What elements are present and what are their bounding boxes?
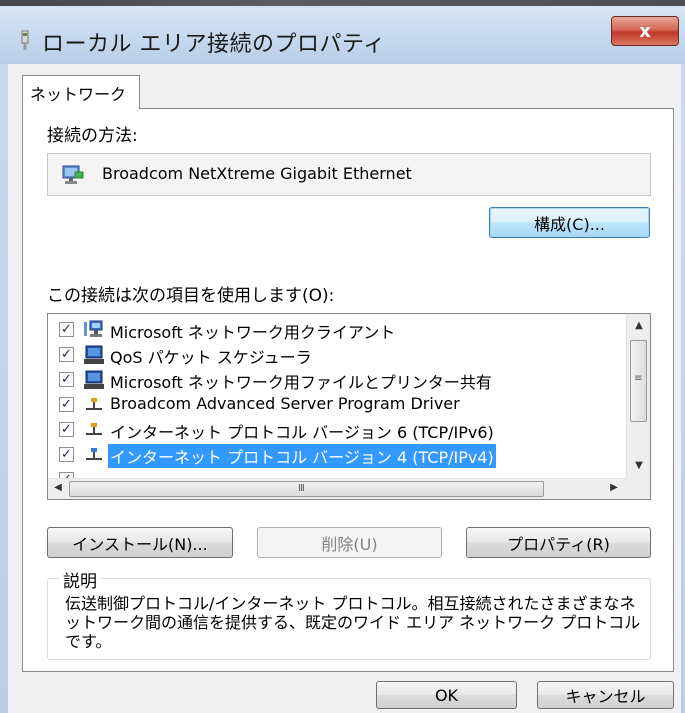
checkbox[interactable]: ✓ xyxy=(59,322,74,337)
adapter-name: Broadcom NetXtreme Gigabit Ethernet xyxy=(102,164,412,183)
scroll-corner xyxy=(626,478,650,499)
scroll-right-icon[interactable]: ▶ xyxy=(606,482,622,493)
dialog-client-area: ネットワーク 接続の方法: Broadcom NetXtreme Gigabit… xyxy=(8,64,681,713)
configure-button[interactable]: 構成(C)... xyxy=(489,207,650,238)
list-item[interactable]: ✓ Microsoft ネットワーク用ファイルとプリンター共有 xyxy=(48,368,626,393)
protocol-icon xyxy=(86,398,102,410)
computer-icon xyxy=(84,345,104,364)
tab-panel: 接続の方法: Broadcom NetXtreme Gigabit Ethern… xyxy=(22,108,674,672)
network-adapter-icon xyxy=(21,30,29,50)
checkbox[interactable]: ✓ xyxy=(59,397,74,412)
scroll-up-icon[interactable]: ▲ xyxy=(631,320,647,331)
protocol-icon xyxy=(86,448,102,460)
properties-button[interactable]: プロパティ(R) xyxy=(466,527,651,558)
vertical-scrollbar[interactable]: ▲ ≡ ▼ xyxy=(626,314,650,478)
scroll-left-icon[interactable]: ◀ xyxy=(50,482,66,493)
list-item-partial[interactable]: ✓ xyxy=(48,468,626,478)
grip-icon: III xyxy=(298,483,305,494)
item-label: インターネット プロトコル バージョン 6 (TCP/IPv6) xyxy=(110,423,494,442)
connect-using-label: 接続の方法: xyxy=(47,126,138,146)
description-title: 説明 xyxy=(59,567,101,592)
item-label: Microsoft ネットワーク用ファイルとプリンター共有 xyxy=(110,373,492,392)
properties-dialog: ローカル エリア接続のプロパティ x ネットワーク 接続の方法: Broadco… xyxy=(0,0,685,713)
horizontal-scrollbar[interactable]: ◀ III ▶ xyxy=(48,478,626,499)
close-button[interactable]: x xyxy=(611,16,679,46)
list-item[interactable]: ✓ Microsoft ネットワーク用クライアント xyxy=(48,318,626,343)
list-item-selected[interactable]: ✓ インターネット プロトコル バージョン 4 (TCP/IPv4) xyxy=(48,443,626,468)
tab-network[interactable]: ネットワーク xyxy=(22,75,140,109)
cancel-button[interactable]: キャンセル xyxy=(537,681,674,709)
horizontal-scroll-thumb[interactable]: III xyxy=(69,481,544,497)
ok-button[interactable]: OK xyxy=(376,681,517,709)
protocol-icon xyxy=(86,423,102,435)
checkbox[interactable]: ✓ xyxy=(59,422,74,437)
computer-icon xyxy=(84,370,104,389)
close-icon: x xyxy=(639,20,651,42)
components-list-items: ✓ Microsoft ネットワーク用クライアント ✓ QoS パケット スケジ… xyxy=(48,314,626,478)
description-text: 伝送制御プロトコル/インターネット プロトコル。相互接続されたさまざまなネットワ… xyxy=(65,594,641,651)
uninstall-button[interactable]: 削除(U) xyxy=(257,527,442,558)
title-bar-edge xyxy=(0,0,685,6)
window-title: ローカル エリア接続のプロパティ xyxy=(42,32,386,57)
scroll-down-icon[interactable]: ▼ xyxy=(631,460,647,471)
checkbox[interactable]: ✓ xyxy=(59,347,74,362)
list-item[interactable]: ✓ QoS パケット スケジューラ xyxy=(48,343,626,368)
grip-icon: ≡ xyxy=(634,373,642,384)
install-button[interactable]: インストール(N)... xyxy=(47,527,233,558)
item-label: QoS パケット スケジューラ xyxy=(110,348,312,367)
components-list[interactable]: ✓ Microsoft ネットワーク用クライアント ✓ QoS パケット スケジ… xyxy=(47,313,651,500)
network-client-icon xyxy=(84,320,103,337)
items-label: この接続は次の項目を使用します(O): xyxy=(47,286,335,306)
list-item[interactable]: ✓ Broadcom Advanced Server Program Drive… xyxy=(48,393,626,418)
tab-network-label: ネットワーク xyxy=(30,84,127,104)
adapter-display: Broadcom NetXtreme Gigabit Ethernet xyxy=(47,153,651,196)
checkbox[interactable]: ✓ xyxy=(59,372,74,387)
checkbox[interactable]: ✓ xyxy=(59,447,74,462)
item-label: Broadcom Advanced Server Program Driver xyxy=(110,394,460,413)
item-label: インターネット プロトコル バージョン 4 (TCP/IPv4) xyxy=(108,444,496,468)
item-label: Microsoft ネットワーク用クライアント xyxy=(110,323,396,342)
list-item[interactable]: ✓ インターネット プロトコル バージョン 6 (TCP/IPv6) xyxy=(48,418,626,443)
title-bar[interactable]: ローカル エリア接続のプロパティ x xyxy=(0,0,685,64)
network-card-icon xyxy=(62,165,84,184)
vertical-scroll-thumb[interactable]: ≡ xyxy=(630,340,647,422)
